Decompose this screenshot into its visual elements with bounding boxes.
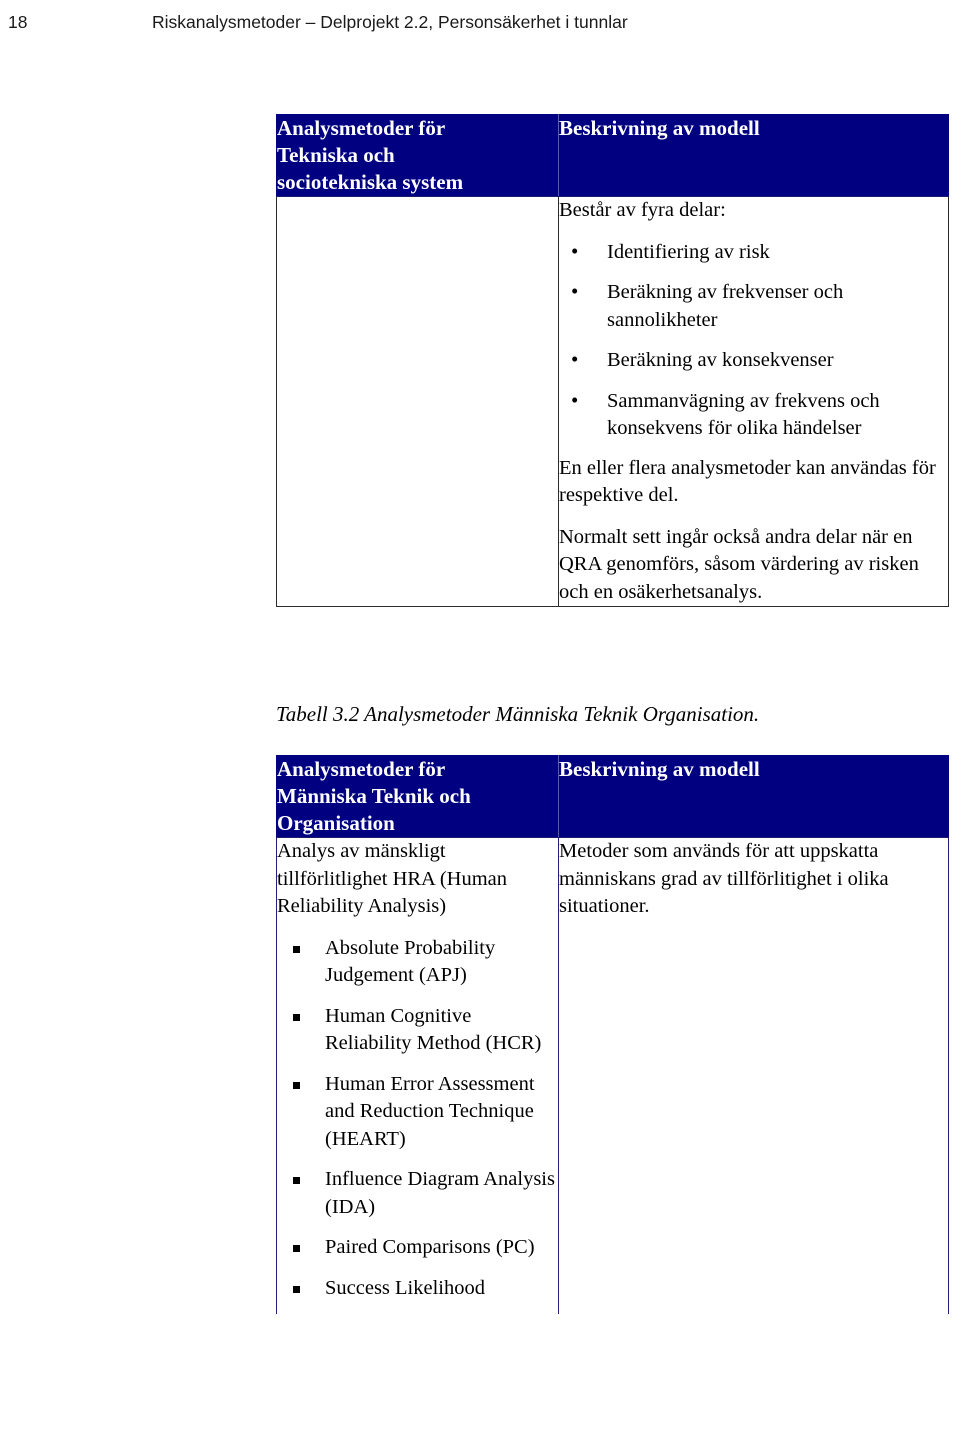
list-item: Human Error Assessment and Reduction Tec… (277, 1071, 558, 1154)
list-item: Beräkning av konsekvenser (559, 346, 948, 375)
table1-description-intro: Består av fyra delar: (559, 199, 726, 221)
table1-description-para1: En eller flera analysmetoder kan använda… (559, 456, 936, 507)
list-item: Paired Comparisons (PC) (277, 1234, 558, 1262)
table2-header-col1-line1: Analysmetoder för (277, 757, 446, 781)
list-item: Identifiering av risk (559, 238, 948, 267)
table1-cell-description: Består av fyra delar: Identifiering av r… (558, 196, 949, 607)
table2-header-col2: Beskrivning av modell (558, 755, 949, 838)
list-item: Human Cognitive Reliability Method (HCR) (277, 1003, 558, 1058)
list-item: Sammanvägning av frekvens och konsekvens… (559, 387, 948, 443)
table1-header-col2: Beskrivning av modell (558, 114, 949, 197)
table-row: Analys av mänskligt tillförlitlighet HRA… (276, 837, 949, 1314)
table2-method-title: Analys av mänskligt tillförlitlighet HRA… (277, 840, 508, 917)
table2-cell-method: Analys av mänskligt tillförlitlighet HRA… (276, 837, 559, 1314)
table1-description-bullet-list: Identifiering av risk Beräkning av frekv… (559, 238, 948, 443)
table2-header-col1: Analysmetoder för Människa Teknik och Or… (276, 755, 559, 838)
list-item: Absolute Probability Judgement (APJ) (277, 935, 558, 990)
table1-header-col1: Analysmetoder för Tekniska och sociotekn… (276, 114, 559, 197)
table2-header-col1-line3: Organisation (277, 811, 395, 835)
table1-description-para2: Normalt sett ingår också andra delar när… (559, 525, 919, 603)
table1-cell-method (276, 196, 559, 607)
list-item: Success Likelihood (277, 1275, 558, 1303)
page-number: 18 (8, 12, 28, 32)
table-manniska-teknik-organisation: Analysmetoder för Människa Teknik och Or… (276, 755, 949, 1314)
table2-cell-description: Metoder som används för att uppskatta mä… (558, 837, 949, 1314)
list-item: Influence Diagram Analysis (IDA) (277, 1166, 558, 1221)
table1-header-col1-line2: Tekniska och (277, 143, 395, 167)
table2-method-bullet-list: Absolute Probability Judgement (APJ) Hum… (277, 935, 558, 1303)
table-header-row: Analysmetoder för Tekniska och sociotekn… (276, 114, 949, 197)
table1-header-col1-line1: Analysmetoder för (277, 116, 446, 140)
table1-header-col2-label: Beskrivning av modell (559, 116, 760, 140)
list-item: Beräkning av frekvenser och sannolikhete… (559, 278, 948, 334)
page-running-header: 18 Riskanalysmetoder – Delprojekt 2.2, P… (0, 9, 960, 35)
table2-header-col2-label: Beskrivning av modell (559, 757, 760, 781)
running-title: Riskanalysmetoder – Delprojekt 2.2, Pers… (152, 12, 628, 32)
table-header-row: Analysmetoder för Människa Teknik och Or… (276, 755, 949, 838)
table-row: Består av fyra delar: Identifiering av r… (276, 196, 949, 607)
table-tekniska-sociotekniska-system: Analysmetoder för Tekniska och sociotekn… (276, 114, 949, 607)
table-caption-3-2: Tabell 3.2 Analysmetoder Människa Teknik… (276, 702, 760, 726)
table2-description-para1: Metoder som används för att uppskatta mä… (559, 840, 889, 917)
table1-header-col1-line3: sociotekniska system (277, 170, 464, 194)
table2-header-col1-line2: Människa Teknik och (277, 784, 471, 808)
